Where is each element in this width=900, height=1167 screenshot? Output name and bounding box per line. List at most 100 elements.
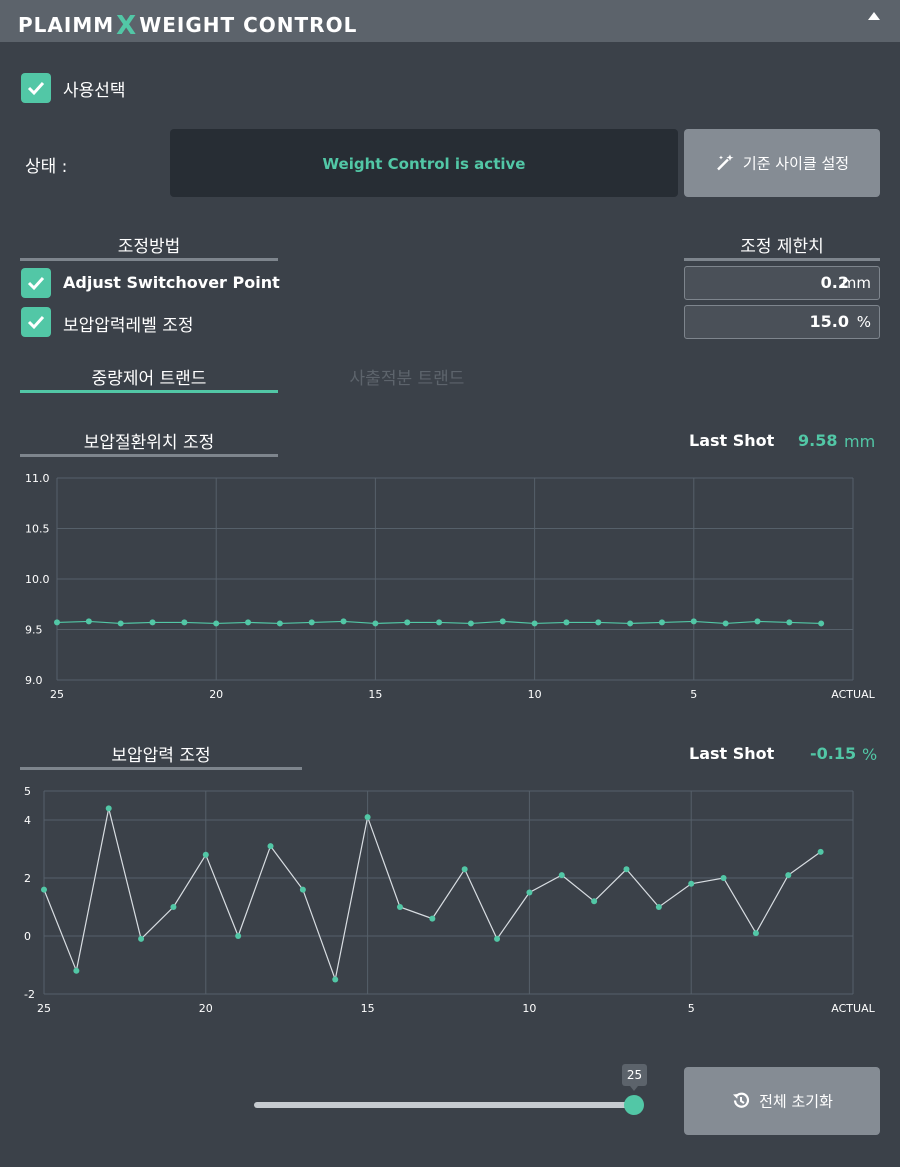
pressure-data-point — [558, 872, 565, 879]
switchover-x-tick: 10 — [528, 688, 542, 701]
history-slider-thumb[interactable] — [624, 1095, 644, 1115]
pressure-x-tick: 20 — [199, 1002, 213, 1015]
pressure-data-point — [299, 886, 306, 893]
pressure-data-point — [591, 898, 598, 905]
switchover-y-tick: 10.0 — [25, 573, 50, 586]
enable-label: 사용선택 — [63, 81, 126, 101]
ref-cycle-button[interactable]: 기준 사이클 설정 — [684, 129, 880, 197]
history-slider-track[interactable] — [254, 1102, 634, 1108]
pressure-limit-value: 15.0 — [809, 312, 849, 331]
pressure-data-point — [817, 848, 824, 855]
pressure-data-point — [235, 933, 242, 939]
switchover-trend-chart: 25 20 15 10 5 ACTUAL 11.0 10.5 10.0 9.5 9.0 — [25, 472, 876, 701]
limits-divider — [684, 258, 880, 261]
switchover-y-tick: 10.5 — [25, 523, 50, 536]
pressure-data-point — [396, 904, 403, 910]
pressure-limit-field[interactable]: 15.0 % — [684, 305, 880, 339]
switchover-data-point — [149, 619, 156, 626]
switchover-data-point — [595, 619, 602, 626]
status-text: Weight Control is active — [322, 155, 526, 173]
pressure-data-point — [138, 935, 145, 942]
pressure-data-point — [526, 889, 533, 896]
switchover-data-point — [754, 618, 761, 625]
pressure-x-tick: ACTUAL — [831, 1002, 875, 1015]
pressure-checkbox[interactable] — [21, 307, 51, 337]
pressure-data-point — [332, 976, 339, 983]
switchover-x-tick: ACTUAL — [831, 688, 875, 701]
switchover-last-shot-unit: mm — [844, 432, 876, 451]
switchover-x-tick: 20 — [209, 688, 223, 701]
pressure-data-point — [429, 915, 436, 922]
switchover-data-point — [467, 620, 474, 627]
pressure-data-point — [623, 866, 630, 873]
tab-weight-trend[interactable]: 중량제어 트랜드 — [20, 364, 278, 389]
pressure-y-tick: 2 — [24, 872, 31, 885]
switchover-data-point — [308, 619, 315, 626]
status-display: Weight Control is active — [170, 129, 678, 197]
brand-logo: PLAIMMX WEIGHT CONTROL — [18, 9, 358, 41]
switchover-data-point — [117, 620, 124, 627]
switchover-checkbox[interactable] — [21, 268, 51, 298]
method-divider — [20, 258, 278, 261]
pressure-limit-unit: % — [856, 313, 871, 331]
switchover-last-shot-value: 9.58 — [798, 431, 838, 450]
switchover-data-point — [181, 619, 188, 626]
switchover-x-tick: 25 — [50, 688, 64, 701]
pressure-data-point — [688, 880, 695, 887]
switchover-data-point — [786, 619, 793, 626]
switchover-data-point — [404, 619, 411, 626]
history-slider-value: 25 — [622, 1064, 647, 1091]
pressure-chart-title: 보압압력 조정 — [111, 746, 211, 766]
switchover-data-point — [818, 620, 825, 627]
switchover-label: Adjust Switchover Point — [63, 273, 280, 292]
ref-cycle-label: 기준 사이클 설정 — [742, 154, 850, 173]
switchover-data-point — [563, 619, 570, 626]
pressure-data-point — [655, 904, 662, 910]
switchover-last-shot-label: Last Shot — [689, 431, 775, 450]
pressure-data-point — [105, 805, 112, 812]
switchover-data-point — [85, 618, 92, 625]
brand-x-mark: X — [116, 11, 138, 41]
switchover-data-point — [531, 620, 538, 627]
pressure-data-point — [364, 814, 371, 821]
switchover-y-tick: 9.0 — [25, 674, 43, 687]
switchover-data-point — [627, 620, 634, 627]
switchover-data-point — [658, 619, 665, 626]
switchover-data-point — [722, 620, 729, 627]
pressure-data-point — [785, 872, 792, 879]
switchover-data-point — [372, 620, 379, 627]
pressure-x-tick: 15 — [361, 1002, 375, 1015]
method-title: 조정방법 — [117, 237, 181, 257]
switchover-data-point — [499, 618, 506, 625]
pressure-data-point — [170, 904, 177, 910]
pressure-x-tick: 10 — [522, 1002, 536, 1015]
pressure-data-point — [202, 851, 209, 858]
pressure-data-point — [720, 875, 727, 881]
switchover-y-tick: 11.0 — [25, 472, 50, 485]
pressure-data-point — [461, 866, 468, 873]
pressure-label: 보압압력레벨 조정 — [63, 316, 194, 336]
brand-right: WEIGHT CONTROL — [139, 13, 358, 37]
tab-injection-trend[interactable]: 사출적분 트랜드 — [278, 364, 536, 389]
switchover-data-point — [54, 619, 60, 626]
reset-all-button[interactable]: 전체 초기화 — [684, 1067, 880, 1135]
switchover-x-tick: 15 — [368, 688, 382, 701]
pressure-y-tick: 0 — [24, 930, 31, 943]
pressure-data-point — [752, 930, 759, 937]
switchover-limit-unit: mm — [841, 274, 871, 292]
collapse-icon[interactable] — [868, 12, 880, 20]
switchover-y-tick: 9.5 — [25, 624, 43, 637]
switchover-limit-field[interactable]: 0.2 mm — [684, 266, 880, 300]
panel-header: PLAIMMX WEIGHT CONTROL — [0, 0, 900, 42]
switchover-chart-title: 보압절환위치 조정 — [83, 433, 215, 453]
switchover-data-point — [340, 618, 347, 625]
pressure-data-point — [73, 967, 80, 974]
switchover-data-point — [436, 619, 443, 626]
pressure-y-tick: 5 — [24, 785, 31, 798]
pressure-last-shot-label: Last Shot — [689, 744, 775, 763]
switchover-data-point — [690, 618, 697, 625]
enable-checkbox[interactable] — [21, 73, 51, 103]
magic-wand-icon — [717, 154, 734, 171]
switchover-x-tick: 5 — [690, 688, 697, 701]
switchover-data-point — [213, 620, 220, 627]
